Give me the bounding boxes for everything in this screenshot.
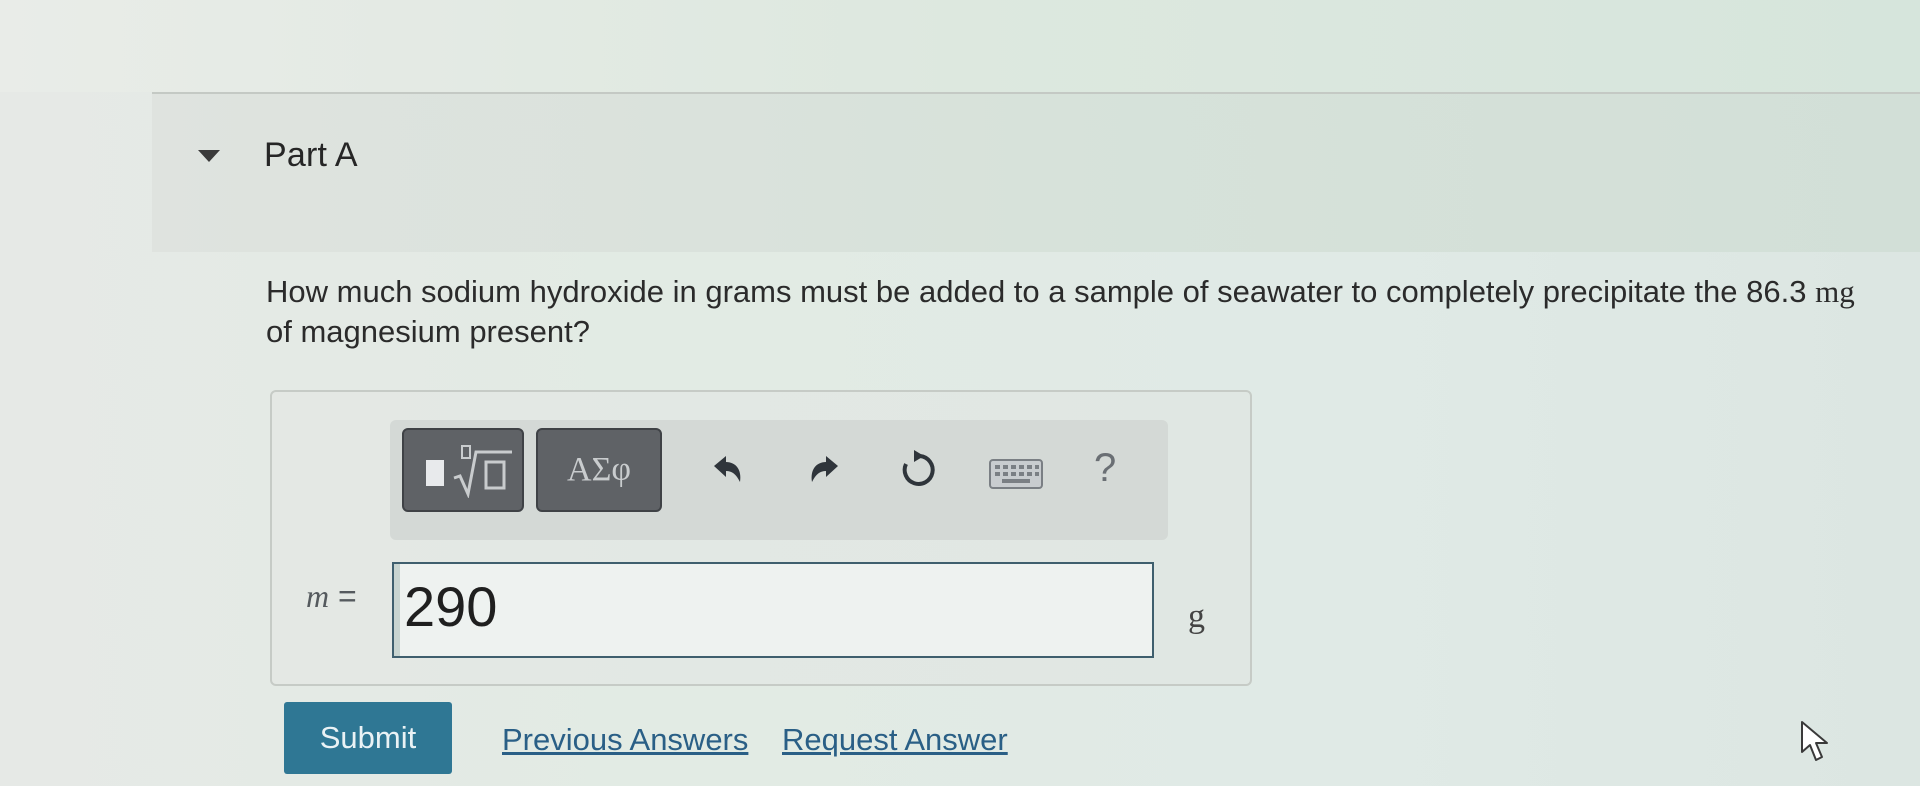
variable-equals: =	[329, 578, 357, 614]
keyboard-icon[interactable]	[988, 456, 1044, 492]
mouse-cursor-icon	[1801, 721, 1828, 761]
answer-unit: g	[1188, 598, 1205, 635]
question-amount: 86.3	[1746, 274, 1807, 309]
question-unit: mg	[1815, 274, 1855, 309]
question-text: How much sodium hydroxide in grams must …	[266, 272, 1876, 352]
template-block-icon	[426, 460, 444, 486]
undo-icon[interactable]	[700, 444, 752, 496]
reset-icon[interactable]	[890, 444, 942, 496]
redo-icon[interactable]	[800, 444, 852, 496]
previous-answers-link[interactable]: Previous Answers	[502, 722, 748, 758]
part-title: Part A	[264, 136, 358, 174]
page-background-band	[0, 0, 1920, 92]
part-header[interactable]	[152, 94, 1920, 252]
variable-label: m =	[306, 578, 357, 615]
input-inner-border	[394, 564, 400, 656]
triangle-down-icon[interactable]	[198, 150, 220, 162]
help-button[interactable]: ?	[1094, 446, 1116, 491]
question-text-after: of magnesium present?	[266, 314, 590, 349]
templates-radical-icon	[453, 445, 512, 498]
variable-name: m	[306, 578, 330, 614]
answer-input[interactable]: 290	[392, 562, 1154, 658]
question-text-before: How much sodium hydroxide in grams must …	[266, 274, 1747, 309]
symbols-button[interactable]: ΑΣφ	[536, 428, 662, 512]
templates-button[interactable]	[402, 428, 524, 512]
request-answer-link[interactable]: Request Answer	[782, 722, 1008, 758]
submit-button[interactable]: Submit	[284, 702, 452, 774]
